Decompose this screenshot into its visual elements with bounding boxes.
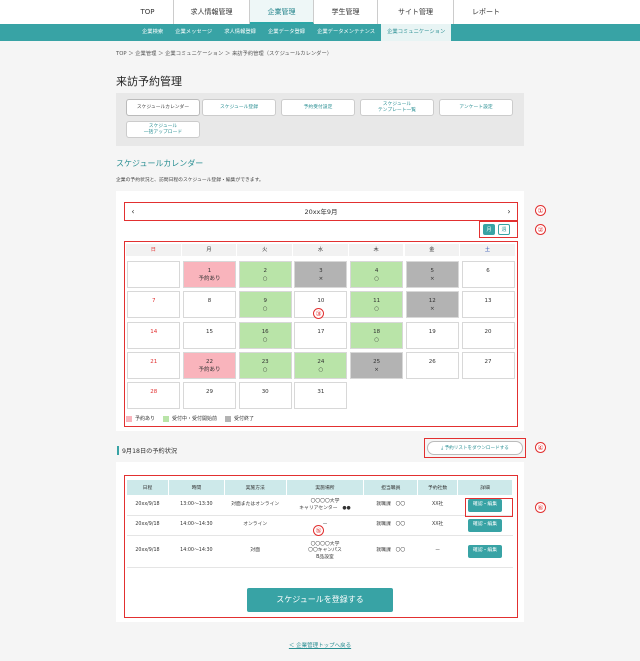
annotation-box-5 bbox=[124, 475, 518, 618]
tab-panel: スケジュールカレンダー スケジュール登録 予約受付設定 スケジュール テンプレー… bbox=[116, 93, 524, 146]
legend-item: 受付中・受付開始前 bbox=[163, 415, 217, 422]
top-nav-item[interactable]: TOP bbox=[122, 0, 174, 24]
legend-item: 予約あり bbox=[126, 415, 155, 422]
legend-swatch bbox=[225, 415, 232, 422]
sub-nav-item[interactable]: 企業検索 bbox=[136, 24, 169, 41]
section-description: 企業の予約状況と、訪問日程のスケジュール登録・編集ができます。 bbox=[116, 178, 264, 183]
sub-nav-item[interactable]: 企業データ登録 bbox=[262, 24, 311, 41]
legend-label: 予約あり bbox=[135, 416, 156, 422]
legend-swatch bbox=[126, 415, 132, 422]
page-title: 来訪予約管理 bbox=[116, 75, 182, 88]
sub-nav-item[interactable]: 企業コミュニケーション bbox=[381, 24, 452, 41]
section-title: スケジュールカレンダー bbox=[116, 159, 204, 168]
calendar-legend: 予約あり 受付中・受付開始前 受付終了 bbox=[126, 415, 254, 422]
top-nav-item[interactable]: 求人情報管理 bbox=[174, 0, 250, 24]
top-nav-item[interactable]: 企業管理 bbox=[250, 0, 314, 24]
annotation-box-3 bbox=[124, 241, 518, 427]
sub-nav-item[interactable]: 企業メッセージ bbox=[169, 24, 218, 41]
marker-4: ④ bbox=[535, 442, 546, 453]
back-to-company-top-link[interactable]: ＜ 企業管理トップへ戻る bbox=[0, 641, 640, 649]
legend-label: 受付中・受付開始前 bbox=[172, 416, 218, 422]
marker-2: ② bbox=[535, 224, 546, 235]
legend-label: 受付終了 bbox=[234, 416, 255, 422]
top-nav-item[interactable]: レポート bbox=[454, 0, 518, 24]
sub-nav-item[interactable]: 求人情報登録 bbox=[218, 24, 262, 41]
marker-3: ③ bbox=[313, 308, 324, 319]
annotation-box-1 bbox=[124, 202, 518, 221]
tab-reservation-settings[interactable]: 予約受付設定 bbox=[281, 99, 355, 116]
marker-6: ⑥ bbox=[535, 502, 546, 513]
tab-bulk-upload[interactable]: スケジュール 一括アップロード bbox=[126, 121, 200, 138]
tab-schedule-templates[interactable]: スケジュール テンプレート一覧 bbox=[360, 99, 434, 116]
legend-swatch bbox=[163, 415, 170, 422]
top-nav-item[interactable]: サイト管理 bbox=[378, 0, 454, 24]
top-nav-item[interactable]: 学生管理 bbox=[314, 0, 378, 24]
breadcrumb: TOP ＞ 企業管理 ＞ 企業コミュニケーション ＞ 来訪予約管理（スケジュール… bbox=[116, 51, 333, 57]
annotation-box-2 bbox=[479, 221, 518, 238]
marker-5: ⑤ bbox=[313, 525, 324, 536]
marker-1: ① bbox=[535, 205, 546, 216]
legend-item: 受付終了 bbox=[225, 415, 254, 422]
bookings-title: 9月18日の予約状況 bbox=[117, 446, 177, 455]
top-nav: TOP 求人情報管理 企業管理 学生管理 サイト管理 レポート bbox=[0, 0, 640, 24]
sub-nav-item[interactable]: 企業データメンテナンス bbox=[311, 24, 381, 41]
annotation-box-4 bbox=[424, 438, 526, 458]
tab-survey-settings[interactable]: アンケート設定 bbox=[439, 99, 513, 116]
tab-schedule-calendar[interactable]: スケジュールカレンダー bbox=[126, 99, 200, 116]
sub-nav: 企業検索 企業メッセージ 求人情報登録 企業データ登録 企業データメンテナンス 企業コミュ… bbox=[0, 24, 640, 41]
tab-schedule-register[interactable]: スケジュール登録 bbox=[202, 99, 276, 116]
